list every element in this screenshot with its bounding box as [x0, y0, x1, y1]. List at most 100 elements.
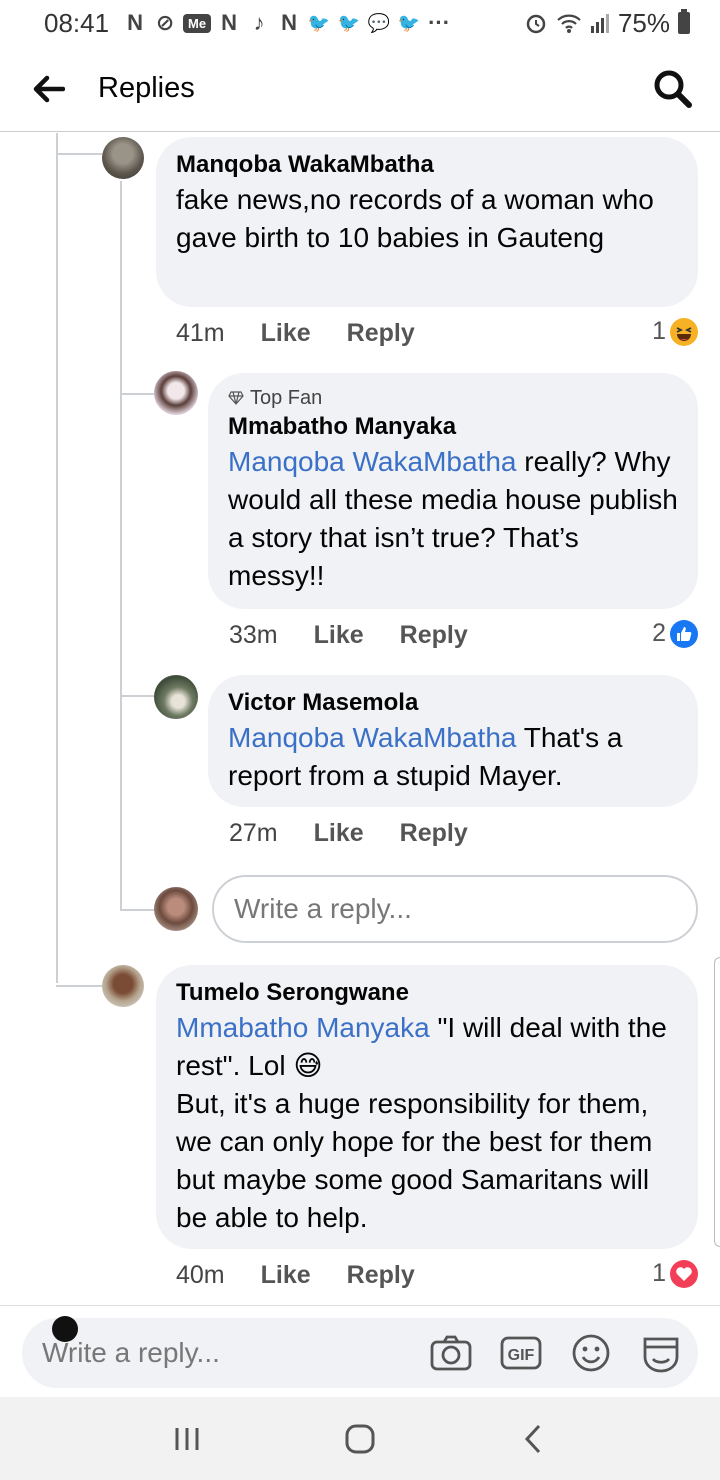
sticker-button[interactable] — [638, 1330, 684, 1376]
love-icon — [670, 1259, 698, 1288]
comment-text: fake news,no records of a woman who gave… — [176, 184, 654, 253]
touch-indicator — [52, 1316, 78, 1342]
badge-label: Top Fan — [250, 387, 323, 409]
scrollbar[interactable] — [714, 957, 720, 1247]
recents-icon — [175, 1427, 199, 1450]
back-button[interactable] — [0, 46, 98, 132]
mention-link[interactable]: Mmabatho Manyaka — [176, 1012, 430, 1043]
wifi-icon — [557, 14, 581, 33]
gif-label: GIF — [508, 1347, 535, 1364]
comment-text: Manqoba WakaMbatha really? Why would all… — [228, 443, 678, 595]
comment-bubble: Manqoba WakaMbatha fake news,no records … — [156, 137, 698, 307]
current-user-avatar — [154, 887, 198, 931]
comment-bubble: Tumelo Serongwane Mmabatho Manyaka "I wi… — [156, 965, 698, 1249]
emoji-icon — [572, 1334, 610, 1372]
comment-time[interactable]: 41m — [176, 319, 225, 348]
thread-line — [120, 909, 154, 911]
comment-actions: 40m Like Reply — [176, 1261, 415, 1290]
notification-icon: Me — [183, 13, 212, 33]
thread-line — [120, 393, 154, 395]
thread-line — [56, 283, 58, 983]
like-button[interactable]: Like — [261, 319, 311, 348]
comment-actions: 27m Like Reply — [229, 819, 468, 848]
reaction-count[interactable]: 1 — [652, 317, 698, 346]
notification-icon: ♪ — [253, 10, 265, 35]
mention-link[interactable]: Manqoba WakaMbatha — [228, 722, 516, 753]
camera-button[interactable] — [428, 1330, 474, 1376]
like-reaction-icon — [670, 619, 698, 648]
reply-placeholder: Write a reply... — [234, 893, 412, 924]
avatar[interactable] — [102, 137, 144, 179]
page-title: Replies — [98, 72, 195, 104]
diamond-icon — [228, 391, 244, 405]
mention-link[interactable]: Manqoba WakaMbatha — [228, 446, 516, 477]
composer-input[interactable]: Write a reply... — [42, 1337, 428, 1369]
thread-line — [56, 985, 102, 987]
reply-button[interactable]: Reply — [347, 1261, 415, 1290]
thread-line — [56, 153, 102, 155]
reaction-count[interactable]: 1 — [652, 1259, 698, 1288]
sticker-icon — [643, 1337, 679, 1373]
comment-author[interactable]: Mmabatho Manyaka — [228, 411, 678, 443]
reply-input[interactable]: Write a reply... — [212, 875, 698, 943]
composer-tools: GIF — [428, 1330, 684, 1376]
arrow-left-icon — [33, 75, 65, 102]
comment-bubble: Victor Masemola Manqoba WakaMbatha That'… — [208, 675, 698, 807]
battery-percent: 75% — [617, 7, 670, 38]
comment-time[interactable]: 40m — [176, 1261, 225, 1290]
emoji-button[interactable] — [568, 1330, 614, 1376]
comment-text: Manqoba WakaMbatha That's a report from … — [228, 719, 678, 795]
thread-line — [56, 133, 58, 283]
comment-author[interactable]: Manqoba WakaMbatha — [176, 149, 678, 181]
notification-icon: 🐦 — [397, 12, 421, 33]
comment-time[interactable]: 33m — [229, 621, 278, 650]
notification-icon: 🐦 — [337, 12, 361, 33]
gif-icon: GIF — [500, 1336, 542, 1370]
thread-line — [120, 181, 122, 911]
comment-time[interactable]: 27m — [229, 819, 278, 848]
thread-line — [120, 695, 154, 697]
camera-icon — [430, 1335, 472, 1371]
notification-icon: ⊘ — [155, 10, 175, 35]
battery-icon — [678, 9, 690, 34]
search-icon — [654, 70, 692, 108]
comment-text: But, it's a huge responsibility for them… — [176, 1088, 653, 1233]
like-button[interactable]: Like — [314, 621, 364, 650]
reaction-number: 1 — [652, 1259, 666, 1287]
avatar[interactable] — [102, 965, 144, 1007]
comment-text: Mmabatho Manyaka "I will deal with the r… — [176, 1009, 678, 1085]
comment-author[interactable]: Victor Masemola — [228, 687, 678, 719]
notification-icon: 🐦 — [307, 12, 331, 33]
notification-icon: 💬 — [367, 12, 391, 33]
haha-icon — [670, 317, 698, 346]
status-bar: 08:41 N ⊘ Me N ♪ N 🐦 🐦 💬 🐦 ··· 75% — [0, 0, 720, 46]
recents-button[interactable] — [157, 1409, 217, 1469]
comment-author[interactable]: Tumelo Serongwane — [176, 977, 678, 1009]
notification-icon: N — [221, 10, 238, 35]
notification-icon: N — [127, 10, 144, 35]
reply-button[interactable]: Reply — [400, 819, 468, 848]
status-right: 75% — [524, 8, 690, 39]
back-nav-button[interactable] — [503, 1409, 563, 1469]
reaction-count[interactable]: 2 — [652, 619, 698, 648]
comment-actions: 41m Like Reply — [176, 319, 415, 348]
replies-thread: Manqoba WakaMbatha fake news,no records … — [0, 133, 720, 1305]
search-button[interactable] — [652, 68, 694, 110]
home-button[interactable] — [330, 1409, 390, 1469]
avatar[interactable] — [154, 371, 198, 415]
home-icon — [345, 1424, 375, 1453]
notification-icon: ··· — [428, 10, 451, 35]
reply-button[interactable]: Reply — [400, 621, 468, 650]
avatar[interactable] — [154, 675, 198, 719]
notification-icons: N ⊘ Me N ♪ N 🐦 🐦 💬 🐦 ··· — [123, 10, 451, 36]
composer-box[interactable]: Write a reply... GIF — [22, 1318, 698, 1388]
like-button[interactable]: Like — [261, 1261, 311, 1290]
reply-composer: Write a reply... GIF — [0, 1305, 720, 1397]
notification-icon: N — [281, 10, 298, 35]
comment-actions: 33m Like Reply — [229, 621, 468, 650]
like-button[interactable]: Like — [314, 819, 364, 848]
reaction-number: 2 — [652, 619, 666, 647]
chevron-left-icon — [525, 1424, 541, 1453]
reply-button[interactable]: Reply — [347, 319, 415, 348]
gif-button[interactable]: GIF — [498, 1330, 544, 1376]
